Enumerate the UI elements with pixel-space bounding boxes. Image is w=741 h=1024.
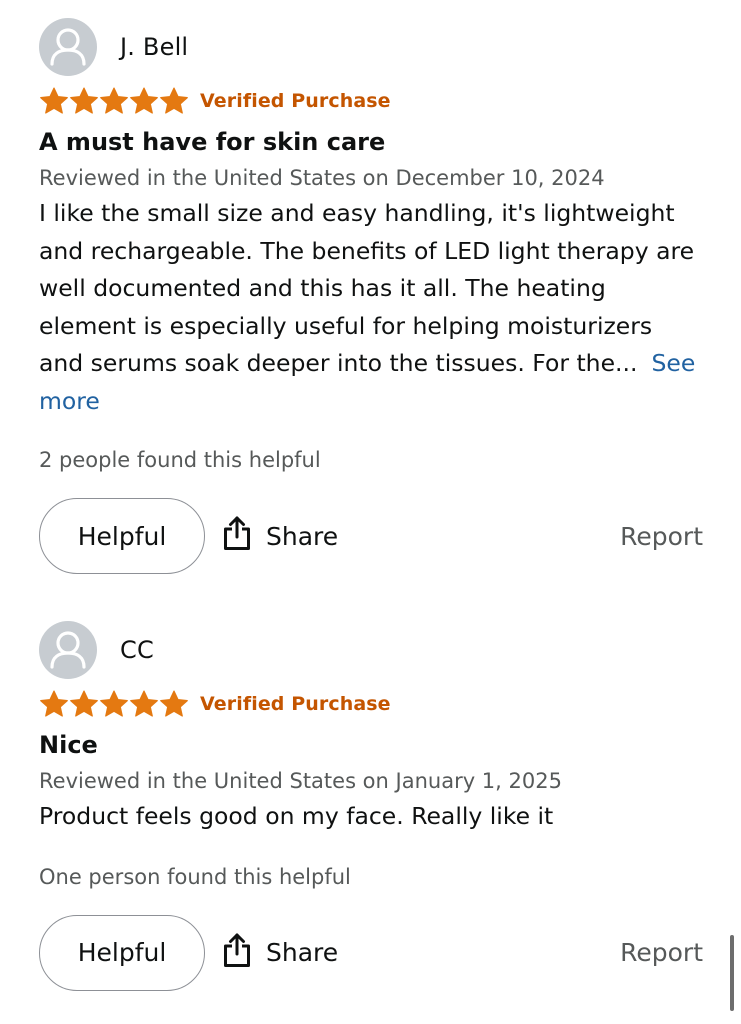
- star-icon: [159, 87, 189, 116]
- star-icon: [129, 690, 159, 719]
- review-title: Nice: [39, 731, 98, 759]
- review-actions: Helpful Share Report: [39, 497, 703, 575]
- rating-row: Verified Purchase: [39, 86, 703, 116]
- star-rating[interactable]: [39, 87, 189, 116]
- star-icon: [39, 87, 69, 116]
- report-link[interactable]: Report: [620, 938, 703, 967]
- share-icon: [222, 515, 252, 557]
- verified-purchase-badge: Verified Purchase: [200, 693, 391, 715]
- review-text: Product feels good on my face. Really li…: [39, 802, 554, 830]
- star-icon: [69, 87, 99, 116]
- helpful-count: One person found this helpful: [39, 864, 351, 889]
- helpful-button-label: Helpful: [77, 938, 167, 967]
- rating-row: Verified Purchase: [39, 689, 703, 719]
- review-title: A must have for skin care: [39, 128, 386, 156]
- review-card: J. Bell Verified Purchase A must have fo…: [39, 18, 703, 575]
- share-button[interactable]: Share: [222, 515, 338, 557]
- avatar-icon: [39, 18, 97, 76]
- reviewer-name[interactable]: J. Bell: [120, 33, 188, 61]
- star-icon: [129, 87, 159, 116]
- star-rating[interactable]: [39, 690, 189, 719]
- share-button[interactable]: Share: [222, 932, 338, 974]
- review-card: CC Verified Purchase Nice Reviewed in th…: [39, 621, 703, 992]
- helpful-count: 2 people found this helpful: [39, 448, 321, 472]
- share-button-label: Share: [266, 521, 339, 551]
- star-icon: [99, 690, 129, 719]
- report-link[interactable]: Report: [620, 522, 703, 551]
- reviewer-profile[interactable]: CC: [39, 621, 703, 679]
- review-text: I like the small size and easy handling,…: [39, 199, 695, 377]
- scrollbar[interactable]: [730, 935, 734, 1011]
- reviewer-profile[interactable]: J. Bell: [39, 18, 703, 76]
- avatar-icon: [39, 621, 97, 679]
- review-actions: Helpful Share Report: [39, 914, 703, 992]
- share-icon: [222, 932, 252, 974]
- helpful-button-label: Helpful: [77, 521, 167, 551]
- review-date: Reviewed in the United States on Decembe…: [39, 166, 605, 190]
- verified-purchase-badge: Verified Purchase: [200, 90, 391, 112]
- star-icon: [39, 690, 69, 719]
- review-body: I like the small size and easy handling,…: [39, 195, 699, 420]
- review-body: Product feels good on my face. Really li…: [39, 798, 699, 836]
- reviewer-name[interactable]: CC: [120, 636, 154, 664]
- helpful-button[interactable]: Helpful: [39, 914, 205, 991]
- helpful-button[interactable]: Helpful: [39, 498, 205, 574]
- review-date: Reviewed in the United States on January…: [39, 769, 562, 793]
- star-icon: [159, 690, 189, 719]
- star-icon: [69, 690, 99, 719]
- share-button-label: Share: [266, 938, 339, 967]
- star-icon: [99, 87, 129, 116]
